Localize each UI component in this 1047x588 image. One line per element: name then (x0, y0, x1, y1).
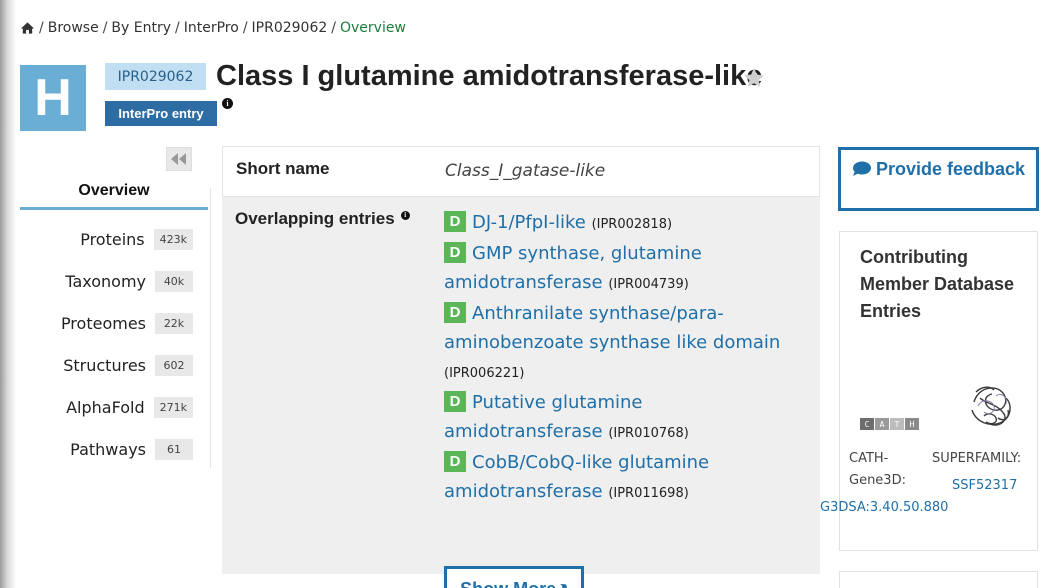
domain-badge: D (444, 451, 466, 472)
list-item: D CobB/CobQ-like glutamine amidotransfera… (444, 448, 804, 508)
page-title: Class I glutamine amidotransferase-like (216, 60, 763, 92)
count-badge: 61 (155, 438, 193, 460)
accession-tag: IPR029062 (105, 63, 206, 90)
sidebar-item-overview[interactable]: Overview (20, 178, 208, 210)
sidebar-item-label: Proteomes (60, 313, 146, 333)
collapse-sidebar-button[interactable] (166, 147, 192, 171)
cath-gene3d-label: CATH-Gene3D: (849, 451, 906, 488)
breadcrumb-current: Overview (340, 20, 406, 36)
breadcrumb-interpro[interactable]: InterPro (184, 20, 239, 36)
cath-logo: C A T H (860, 418, 920, 430)
count-badge: 602 (155, 354, 193, 376)
list-item: D Putative glutamine amidotransferase (IP… (444, 388, 804, 448)
cath-logo-letter: A (875, 418, 889, 430)
sidebar-item-pathways[interactable]: Pathways 61 (20, 428, 208, 470)
sidebar-item-alphafold[interactable]: AlphaFold 271k (20, 386, 208, 428)
count-badge: 40k (155, 270, 193, 292)
entry-type-icon: H (20, 65, 86, 131)
overlapping-entries-header: Overlapping entries i (235, 209, 410, 229)
breadcrumb-separator: / (102, 20, 108, 36)
list-item: D DJ-1/PfpI-like (IPR002818) (444, 208, 804, 239)
domain-badge: D (444, 302, 466, 323)
breadcrumb-separator: / (39, 20, 44, 36)
domain-badge: D (444, 211, 466, 232)
breadcrumb-separator: / (331, 20, 336, 36)
star-icon[interactable] (742, 66, 766, 90)
entry-accession: (IPR011698) (608, 486, 689, 501)
overlapping-entries-list: D DJ-1/PfpI-like (IPR002818) D GMP synthas… (444, 208, 804, 508)
count-badge: 271k (153, 396, 193, 418)
sidebar-item-label: Proteins (80, 229, 145, 249)
entry-accession: (IPR002818) (591, 217, 673, 232)
overlapping-entries-row: Overlapping entries i D DJ-1/PfpI-like (I… (222, 197, 820, 588)
sidebar-item-proteomes[interactable]: Proteomes 22k (20, 302, 208, 344)
provide-feedback-label: Provide feedback (875, 159, 1026, 179)
cath-logo-letter: H (905, 418, 919, 430)
breadcrumb-accession[interactable]: IPR029062 (252, 20, 328, 36)
sidebar-item-taxonomy[interactable]: Taxonomy 40k (20, 260, 208, 302)
breadcrumb-separator: / (242, 20, 248, 36)
entry-type-label: InterPro entry (105, 101, 217, 126)
list-item: D Anthranilate synthase/para-aminobenzoat… (444, 299, 804, 388)
double-chevron-down-icon: ⮯ (560, 582, 568, 588)
show-more-button[interactable]: Show More ⮯ (444, 566, 584, 588)
provide-feedback-button[interactable]: Provide feedback (838, 147, 1039, 211)
breadcrumb-separator: / (175, 20, 180, 36)
sidebar-nav: Overview Proteins 423k Taxonomy 40k Prot… (20, 178, 208, 470)
entry-accession: (IPR006221) (444, 366, 525, 381)
entry-link[interactable]: DJ-1/PfpI-like (472, 212, 586, 233)
domain-badge: D (444, 242, 466, 263)
count-badge: 423k (153, 228, 193, 250)
cath-logo-letter: T (890, 418, 904, 430)
info-icon[interactable]: i (222, 98, 233, 109)
entry-accession: (IPR010768) (608, 426, 689, 441)
double-chevron-left-icon (171, 153, 186, 165)
domain-badge: D (444, 391, 466, 412)
sidebar-item-label: AlphaFold (66, 397, 145, 417)
count-badge: 22k (155, 312, 193, 334)
short-name-label: Short name (236, 159, 330, 178)
sidebar-divider (210, 188, 211, 468)
secondary-panel (839, 571, 1038, 588)
cath-gene3d-link[interactable]: G3DSA:3.40.50.880 (820, 500, 948, 515)
show-more-label: Show More (460, 579, 556, 588)
overview-table: Short name Class_I_gatase-like Overlappi… (222, 146, 820, 588)
protein-structure-icon (971, 386, 1011, 426)
comment-icon (852, 161, 871, 176)
home-icon[interactable] (20, 21, 35, 35)
contributing-entries-title: Contributing Member Database Entries (860, 247, 1015, 321)
page-edge-shadow (0, 0, 16, 588)
short-name-value: Class_I_gatase-like (445, 161, 606, 181)
breadcrumb: / Browse / By Entry / InterPro / IPR0290… (20, 20, 406, 36)
short-name-row: Short name Class_I_gatase-like (222, 146, 820, 197)
overlapping-entries-label: Overlapping entries (235, 209, 395, 228)
breadcrumb-by-entry[interactable]: By Entry (111, 20, 171, 36)
cath-logo-letter: C (860, 418, 874, 430)
sidebar-item-label: Pathways (70, 439, 146, 459)
sidebar-item-label: Structures (63, 355, 146, 375)
superfamily-label: SUPERFAMILY: (932, 451, 1022, 466)
sidebar-item-label: Taxonomy (65, 271, 146, 291)
list-item: D GMP synthase, glutamine amidotransferas… (444, 239, 804, 299)
entry-accession: (IPR004739) (608, 277, 689, 292)
entry-link[interactable]: Anthranilate synthase/para-aminobenzoate… (444, 303, 780, 353)
sidebar-item-proteins[interactable]: Proteins 423k (20, 218, 208, 260)
breadcrumb-browse[interactable]: Browse (48, 20, 99, 36)
info-icon[interactable]: i (400, 210, 410, 220)
sidebar-item-structures[interactable]: Structures 602 (20, 344, 208, 386)
superfamily-link[interactable]: SSF52317 (952, 478, 1017, 493)
